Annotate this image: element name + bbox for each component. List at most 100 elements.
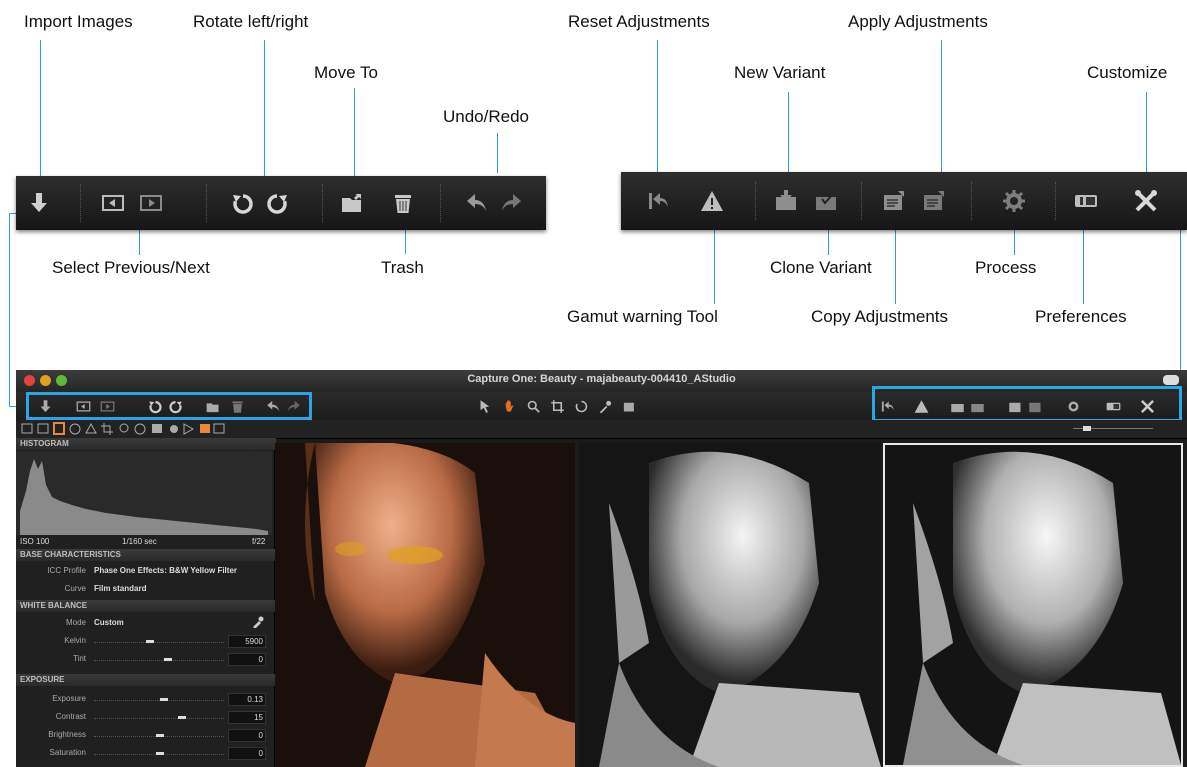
download-arrow-icon	[31, 193, 47, 212]
white-balance-picker-icon[interactable]	[252, 616, 264, 628]
process-button[interactable]	[999, 184, 1029, 218]
callout-reset-adjustments: Reset Adjustments	[568, 12, 710, 31]
select-next-button[interactable]	[136, 186, 166, 220]
leader-import	[40, 40, 41, 188]
tool-panel: HISTOGRAM ISO 100 1/160 sec f/22 BASE CH…	[16, 438, 276, 767]
callout-clone-variant: Clone Variant	[770, 258, 872, 277]
saturation-value[interactable]: 0	[228, 747, 266, 760]
separator	[861, 182, 862, 220]
curve-value[interactable]: Film standard	[94, 584, 146, 593]
leader-apply	[941, 40, 942, 190]
separator	[755, 182, 756, 220]
portrait-photo-color	[275, 443, 575, 767]
exposure-slider[interactable]	[94, 700, 224, 702]
reset-adjustments-button[interactable]	[643, 184, 673, 218]
exposure-value[interactable]: 0.13	[228, 693, 266, 706]
callout-new-variant: New Variant	[734, 63, 826, 82]
redo-button[interactable]	[496, 186, 526, 220]
copy-adjustments-button[interactable]	[879, 184, 909, 218]
tool-tabs-icons[interactable]	[16, 420, 316, 438]
image-variant-color[interactable]	[275, 443, 575, 767]
clone-variant-button[interactable]	[811, 184, 841, 218]
saturation-slider-knob[interactable]	[156, 752, 164, 755]
rotate-left-button[interactable]	[228, 186, 258, 220]
import-images-button[interactable]	[24, 186, 54, 220]
gamut-warning-button[interactable]	[697, 184, 727, 218]
contrast-slider-knob[interactable]	[178, 716, 186, 719]
arrow-cursor-icon	[480, 399, 489, 413]
pan-cursor-tool[interactable]	[500, 397, 518, 415]
image-variant-bw-selected[interactable]	[883, 443, 1183, 767]
callout-undo-redo: Undo/Redo	[443, 107, 530, 126]
undo-button[interactable]	[462, 186, 492, 220]
tint-slider[interactable]	[94, 660, 224, 662]
contrast-value[interactable]: 15	[228, 711, 266, 724]
rotate-right-button[interactable]	[262, 186, 292, 220]
left-toolbar-zoom	[16, 176, 546, 230]
exposure-header[interactable]: EXPOSURE	[16, 674, 276, 686]
window-title: Capture One: Beauty - majabeauty-004410_…	[467, 373, 736, 385]
wb-mode-value[interactable]: Custom	[94, 618, 124, 627]
customize-button[interactable]	[1131, 184, 1161, 218]
base-characteristics-header[interactable]: BASE CHARACTERISTICS	[16, 549, 276, 561]
tools-cross-icon	[1135, 190, 1157, 212]
apply-cursor-tool[interactable]	[620, 397, 638, 415]
new-variant-icon	[776, 190, 796, 210]
histogram-graph	[16, 451, 272, 535]
white-balance-header[interactable]: WHITE BALANCE	[16, 600, 276, 612]
trash-button[interactable]	[388, 186, 418, 220]
select-cursor-tool[interactable]	[476, 397, 494, 415]
brightness-value[interactable]: 0	[228, 729, 266, 742]
zoom-cursor-tool[interactable]	[524, 397, 542, 415]
contrast-slider[interactable]	[94, 718, 224, 720]
select-previous-icon	[102, 195, 124, 211]
icc-profile-value[interactable]: Phase One Effects: B&W Yellow Filter	[94, 566, 237, 575]
preferences-button[interactable]	[1071, 184, 1101, 218]
exposure-slider-knob[interactable]	[160, 698, 168, 701]
right-toolbar-highlight	[872, 386, 1182, 422]
right-toolbar-zoom	[621, 172, 1187, 230]
trash-icon	[395, 195, 411, 213]
picker-cursor-tool[interactable]	[596, 397, 614, 415]
icc-profile-label: ICC Profile	[47, 566, 86, 575]
callout-apply-adjustments: Apply Adjustments	[848, 12, 988, 31]
left-toolbar-highlight	[26, 392, 312, 420]
folder-move-icon	[342, 194, 361, 212]
callout-trash: Trash	[381, 258, 424, 277]
leader-reset	[657, 40, 658, 190]
tint-label: Tint	[72, 654, 86, 663]
apply-adjustments-button[interactable]	[919, 184, 949, 218]
separator	[322, 184, 323, 222]
main-toolbar	[16, 386, 1187, 422]
new-variant-button[interactable]	[771, 184, 801, 218]
kelvin-label: Kelvin	[64, 636, 86, 645]
select-previous-button[interactable]	[98, 186, 128, 220]
tint-slider-knob[interactable]	[164, 658, 172, 661]
bracket-left-vertical	[9, 213, 10, 407]
separator	[206, 184, 207, 222]
histogram-header[interactable]: HISTOGRAM	[16, 438, 276, 450]
tint-value[interactable]: 0	[228, 653, 266, 666]
eyedropper-icon	[599, 400, 611, 413]
kelvin-slider[interactable]	[94, 642, 224, 644]
callout-move-to: Move To	[314, 63, 378, 82]
image-variant-bw[interactable]	[579, 443, 881, 767]
curve-label: Curve	[64, 584, 86, 593]
separator	[971, 182, 972, 220]
fullscreen-button[interactable]	[1163, 375, 1179, 385]
callout-import-images: Import Images	[24, 12, 133, 31]
leader-undo-redo	[497, 133, 498, 173]
kelvin-value[interactable]: 5900	[228, 635, 266, 648]
move-to-button[interactable]	[338, 186, 368, 220]
gear-icon	[1003, 190, 1025, 212]
rotate-cursor-tool[interactable]	[572, 397, 590, 415]
crop-cursor-tool[interactable]	[548, 397, 566, 415]
portrait-photo-bw-selected	[885, 445, 1181, 765]
thumbnail-size-slider[interactable]	[1053, 426, 1173, 432]
histogram-iso: ISO 100	[20, 537, 50, 546]
preferences-switch-icon	[1075, 195, 1097, 207]
brightness-slider-knob[interactable]	[156, 734, 164, 737]
reset-arrow-icon	[649, 193, 668, 209]
kelvin-slider-knob[interactable]	[146, 640, 154, 643]
callout-rotate: Rotate left/right	[193, 12, 309, 31]
